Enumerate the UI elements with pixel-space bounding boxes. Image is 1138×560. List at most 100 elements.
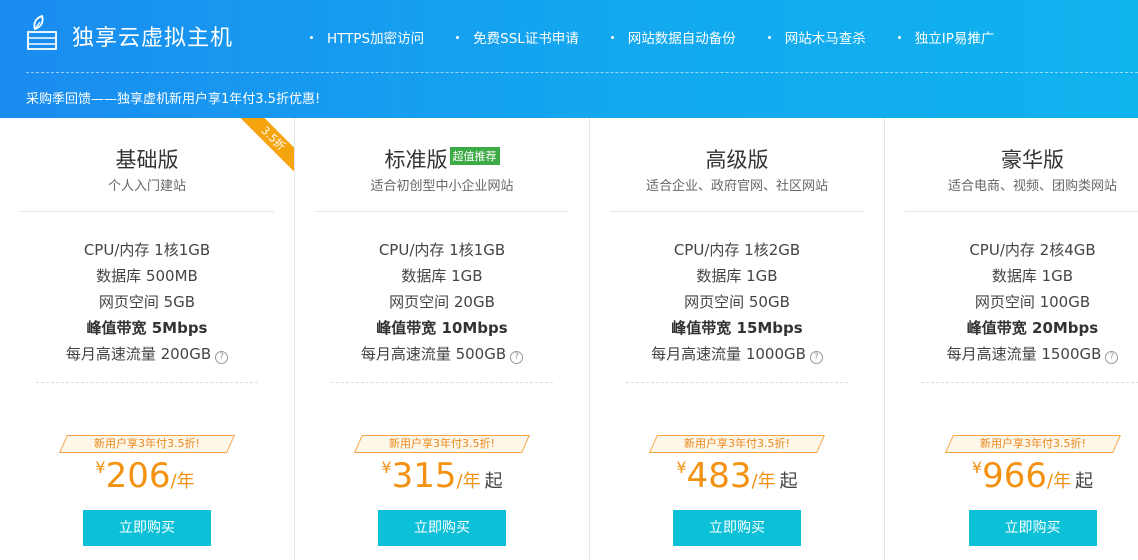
spec-web-space: 网页空间 50GB bbox=[684, 293, 790, 311]
feature-item: 网站木马查杀 bbox=[767, 27, 866, 47]
spec-web-space: 网页空间 5GB bbox=[98, 293, 196, 311]
spec-database: 数据库 500MB bbox=[96, 267, 198, 285]
spec-cpu: CPU/内存 1核2GB bbox=[673, 241, 801, 259]
feature-label: 网站木马查杀 bbox=[784, 31, 866, 47]
brand-title: 独享云虚拟主机 bbox=[72, 26, 234, 51]
price-currency: ¥ bbox=[381, 458, 392, 477]
help-circle-icon[interactable]: ? bbox=[809, 351, 823, 364]
spec-database: 数据库 1GB bbox=[696, 267, 778, 285]
promo-text: 采购季回馈——独享虚机新用户享1年付3.5折优惠! bbox=[26, 92, 321, 107]
price-unit: /年 bbox=[170, 471, 195, 492]
plan-card-advanced: 高级版 适合企业、政府官网、社区网站 CPU/内存 1核2GB 数据库 1GB … bbox=[590, 118, 885, 560]
feature-label: 网站数据自动备份 bbox=[627, 31, 736, 47]
price-suffix: 起 bbox=[1075, 471, 1094, 492]
plan-card-standard: 标准版 超值推荐 适合初创型中小企业网站 CPU/内存 1核1GB 数据库 1GB… bbox=[295, 118, 590, 560]
spec-bandwidth: 峰值带宽 15Mbps bbox=[671, 319, 803, 337]
spec-traffic-row: 每月高速流量 500GB? bbox=[295, 341, 589, 367]
plan-card-deluxe: 豪华版 适合电商、视频、团购类网站 CPU/内存 2核4GB 数据库 1GB 网… bbox=[885, 118, 1138, 560]
bullet-dot-icon bbox=[310, 35, 313, 39]
spec-traffic-row: 每月高速流量 1000GB? bbox=[590, 341, 884, 367]
plan-dashed-divider bbox=[921, 382, 1138, 383]
help-circle-icon[interactable]: ? bbox=[510, 351, 524, 364]
deal-tag: 新用户享3年付3.5折! bbox=[353, 435, 531, 453]
bullet-dot-icon bbox=[456, 35, 460, 39]
plan-divider bbox=[610, 211, 864, 212]
plan-name: 标准版 bbox=[384, 148, 448, 172]
buy-button[interactable]: 立即购买 bbox=[968, 510, 1097, 546]
plan-specs: CPU/内存 1核2GB 数据库 1GB 网页空间 50GB 峰值带宽 15Mb… bbox=[590, 237, 884, 367]
plan-subtitle: 个人入门建站 bbox=[107, 179, 186, 194]
price-currency: ¥ bbox=[676, 458, 687, 477]
deal-text: 新用户享3年付3.5折! bbox=[94, 437, 200, 450]
bullet-dot-icon bbox=[767, 35, 771, 39]
plan-divider bbox=[20, 211, 274, 212]
price-currency: ¥ bbox=[971, 458, 983, 477]
book-leaf-logo-icon bbox=[27, 14, 57, 50]
feature-item: 免费SSL证书申请 bbox=[456, 27, 579, 47]
help-circle-icon[interactable]: ? bbox=[215, 351, 229, 364]
spec-traffic: 每月高速流量 1000GB bbox=[651, 345, 806, 363]
feature-list: HTTPS加密访问 免费SSL证书申请 网站数据自动备份 网站木马查杀 独立IP… bbox=[310, 27, 1026, 47]
recommend-badge: 超值推荐 bbox=[449, 147, 500, 165]
spec-cpu: CPU/内存 1核1GB bbox=[378, 241, 506, 259]
price-amount: 315 bbox=[391, 456, 457, 496]
plan-price: ¥206/年 bbox=[0, 456, 294, 496]
plan-name-row: 高级版 bbox=[590, 144, 884, 174]
price-amount: 966 bbox=[982, 456, 1047, 496]
price-unit: /年 bbox=[1047, 471, 1072, 492]
price-suffix: 起 bbox=[484, 471, 503, 492]
feature-label: HTTPS加密访问 bbox=[327, 31, 425, 47]
spec-bandwidth: 峰值带宽 10Mbps bbox=[376, 319, 508, 337]
help-circle-icon[interactable]: ? bbox=[1105, 351, 1119, 364]
plan-specs: CPU/内存 2核4GB 数据库 1GB 网页空间 100GB 峰值带宽 20M… bbox=[885, 237, 1138, 367]
plan-divider bbox=[905, 211, 1138, 212]
plan-name: 基础版 bbox=[115, 148, 179, 172]
spec-traffic-row: 每月高速流量 1500GB? bbox=[885, 341, 1138, 367]
spec-database: 数据库 1GB bbox=[401, 267, 483, 285]
plan-name-row: 基础版 bbox=[0, 144, 294, 174]
spec-database: 数据库 1GB bbox=[991, 267, 1074, 285]
plan-price: ¥315/年起 bbox=[295, 456, 589, 496]
spec-web-space: 网页空间 100GB bbox=[974, 293, 1091, 311]
buy-button[interactable]: 立即购买 bbox=[378, 510, 506, 546]
plan-subtitle: 适合电商、视频、团购类网站 bbox=[947, 179, 1117, 194]
plan-subtitle: 适合初创型中小企业网站 bbox=[370, 179, 514, 194]
buy-button[interactable]: 立即购买 bbox=[673, 510, 801, 546]
plan-price: ¥483/年起 bbox=[590, 456, 884, 496]
deal-text: 新用户享3年付3.5折! bbox=[684, 437, 790, 450]
price-amount: 483 bbox=[686, 456, 752, 496]
plan-cards: 3.5折 基础版 个人入门建站 CPU/内存 1核1GB 数据库 500MB 网… bbox=[0, 118, 1138, 560]
deal-text: 新用户享3年付3.5折! bbox=[979, 437, 1086, 450]
plan-dashed-divider bbox=[626, 382, 848, 383]
plan-name-row: 豪华版 bbox=[885, 144, 1138, 174]
bullet-dot-icon bbox=[897, 35, 901, 39]
price-currency: ¥ bbox=[95, 458, 106, 477]
bullet-dot-icon bbox=[610, 35, 614, 39]
feature-item: 网站数据自动备份 bbox=[610, 27, 736, 47]
spec-traffic: 每月高速流量 500GB bbox=[360, 345, 507, 363]
plan-name-row: 标准版 超值推荐 bbox=[295, 144, 589, 174]
deal-tag: 新用户享3年付3.5折! bbox=[58, 435, 236, 453]
spec-bandwidth: 峰值带宽 5Mbps bbox=[86, 319, 208, 337]
feature-item: 独立IP易推广 bbox=[897, 27, 995, 47]
spec-traffic: 每月高速流量 200GB bbox=[65, 345, 212, 363]
plan-price: ¥966/年起 bbox=[885, 456, 1138, 496]
deal-text: 新用户享3年付3.5折! bbox=[389, 437, 495, 450]
spec-cpu: CPU/内存 2核4GB bbox=[969, 241, 1096, 259]
feature-item: HTTPS加密访问 bbox=[310, 27, 424, 47]
plan-dashed-divider bbox=[331, 382, 553, 383]
feature-label: 独立IP易推广 bbox=[914, 31, 995, 47]
price-amount: 206 bbox=[105, 456, 171, 496]
plan-name: 高级版 bbox=[705, 148, 769, 172]
price-suffix: 起 bbox=[779, 471, 798, 492]
plan-name: 豪华版 bbox=[1001, 148, 1064, 172]
deal-tag: 新用户享3年付3.5折! bbox=[944, 435, 1121, 453]
spec-bandwidth: 峰值带宽 20Mbps bbox=[966, 319, 1099, 337]
plan-subtitle: 适合企业、政府官网、社区网站 bbox=[645, 179, 828, 194]
plan-dashed-divider bbox=[36, 382, 258, 383]
top-banner: 独享云虚拟主机 HTTPS加密访问 免费SSL证书申请 网站数据自动备份 网站木… bbox=[0, 0, 1138, 118]
spec-traffic-row: 每月高速流量 200GB? bbox=[0, 341, 294, 367]
buy-button[interactable]: 立即购买 bbox=[83, 510, 211, 546]
banner-divider bbox=[26, 72, 1138, 73]
price-unit: /年 bbox=[456, 471, 481, 492]
